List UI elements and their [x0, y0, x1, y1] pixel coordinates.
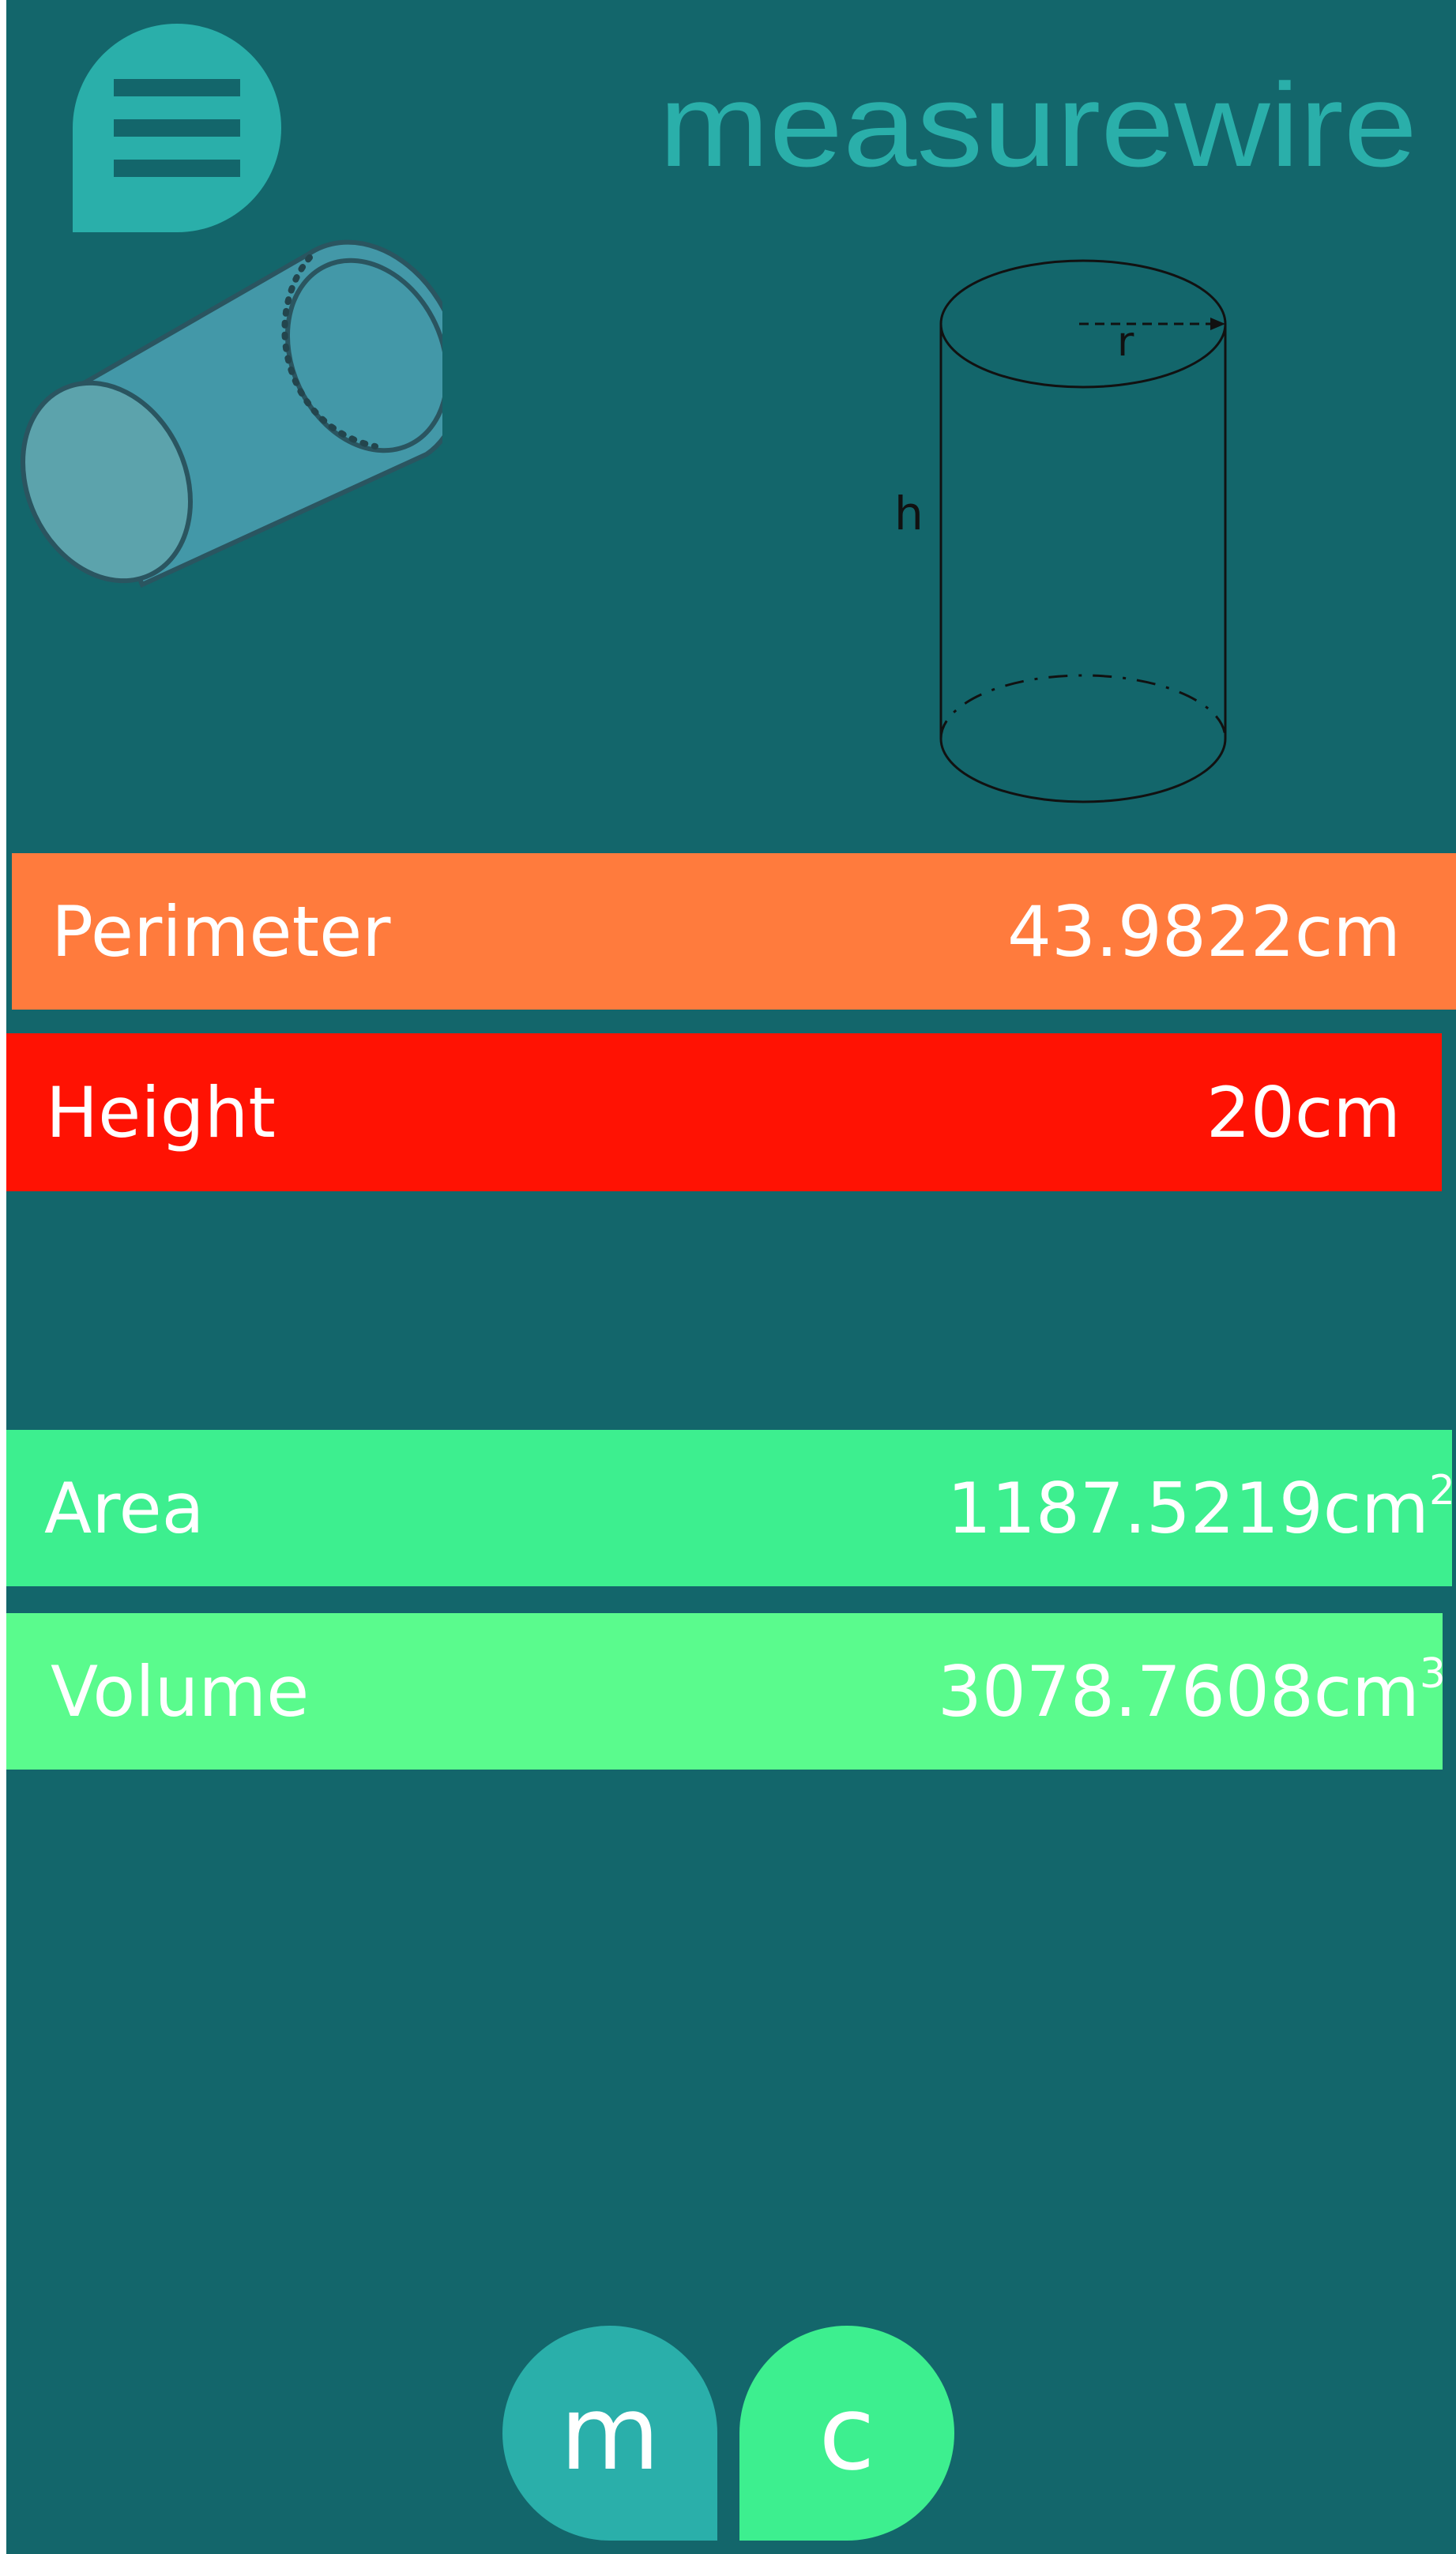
height-row-label: Height	[46, 1071, 276, 1153]
volume-value: 3078.7608cm	[937, 1651, 1420, 1732]
metric-unit-label: m	[559, 2373, 660, 2493]
hamburger-menu-icon-bar-middle	[114, 119, 240, 137]
custom-unit-label: c	[818, 2373, 875, 2493]
perimeter-value: 43.9822cm	[1006, 890, 1401, 972]
cylinder-3d-icon	[21, 239, 442, 589]
radius-label: r	[1117, 318, 1134, 366]
volume-value-container: 3078.7608cm3	[938, 1650, 1446, 1732]
volume-row: Volume 3078.7608cm3	[6, 1613, 1446, 1770]
height-value: 20cm	[1206, 1071, 1401, 1153]
area-row: Area 1187.5219cm2	[6, 1430, 1455, 1586]
volume-unit-power: 3	[1419, 1650, 1446, 1698]
area-unit-power: 2	[1428, 1467, 1455, 1514]
hamburger-menu-icon-bar-bottom	[114, 160, 240, 177]
area-value-container: 1187.5219cm2	[947, 1467, 1455, 1549]
perimeter-label: Perimeter	[51, 890, 391, 972]
measurewire-logo: measurewire	[659, 63, 1417, 182]
custom-unit-button[interactable]: c	[739, 2326, 954, 2541]
area-label: Area	[44, 1467, 205, 1549]
metric-unit-button[interactable]: m	[502, 2326, 717, 2541]
hamburger-menu-icon-bar-top	[114, 79, 240, 96]
menu-button[interactable]	[73, 24, 281, 232]
height-label: h	[894, 487, 924, 540]
logo-text: measurewire	[659, 63, 1417, 182]
area-value: 1187.5219cm	[946, 1468, 1429, 1549]
cylinder-diagram: r h	[894, 259, 1227, 803]
radius-arrow-icon	[1210, 318, 1225, 330]
height-row: Height 20cm	[6, 1033, 1442, 1191]
volume-label: Volume	[51, 1650, 310, 1732]
app-screen: measurewire r h Perimeter 43.9822cm Heig…	[6, 0, 1456, 2554]
perimeter-row: Perimeter 43.9822cm	[12, 853, 1456, 1010]
